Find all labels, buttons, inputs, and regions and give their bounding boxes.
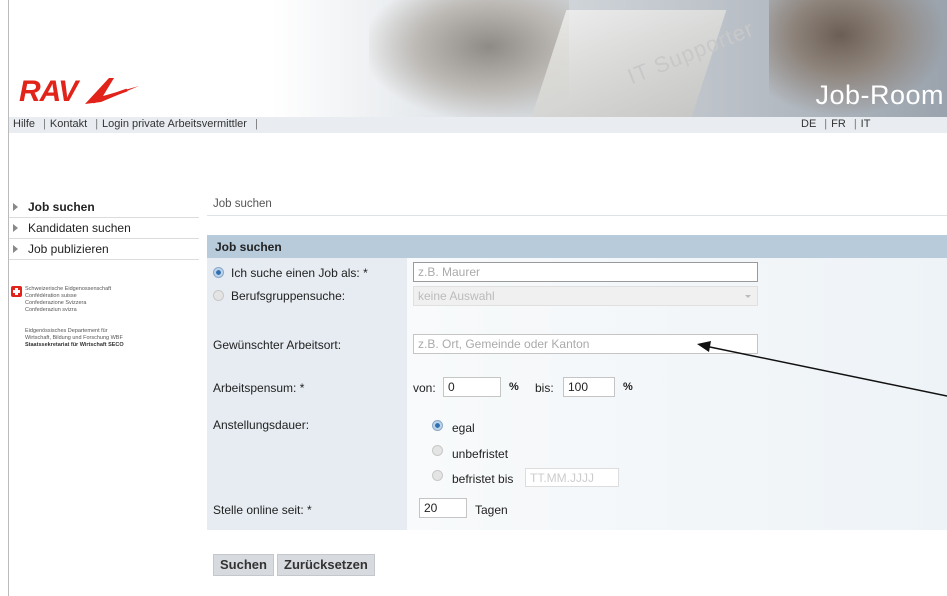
app-title: Job-Room bbox=[815, 80, 944, 110]
seco-office: Staatssekretariat für Wirtschaft SECO bbox=[25, 342, 124, 348]
chevron-right-icon bbox=[13, 224, 18, 232]
workload-to-label: bis: bbox=[535, 381, 554, 395]
workload-from-label: von: bbox=[413, 381, 436, 395]
logo-text: RAV bbox=[19, 75, 78, 108]
panel-header: Job suchen bbox=[207, 235, 947, 258]
sidebar-item-job-suchen[interactable]: Job suchen bbox=[9, 197, 199, 218]
nav-link-login[interactable]: Login private Arbeitsvermittler bbox=[102, 118, 247, 130]
rav-logo[interactable]: RAV bbox=[19, 75, 141, 108]
group-search-label: Berufsgruppensuche: bbox=[231, 289, 346, 303]
sidebar-item-label: Kandidaten suchen bbox=[28, 221, 131, 235]
radio-duration-befristet[interactable] bbox=[432, 470, 443, 481]
panel-title: Job suchen bbox=[215, 240, 282, 254]
location-label: Gewünschter Arbeitsort: bbox=[213, 338, 342, 352]
nav-link-help[interactable]: Hilfe bbox=[13, 118, 35, 130]
sidebar-item-job-publizieren[interactable]: Job publizieren bbox=[9, 239, 199, 260]
sidebar-item-label: Job suchen bbox=[28, 200, 95, 214]
seco-line: Confédération suisse bbox=[25, 293, 77, 299]
seco-dept-line: Wirtschaft, Bildung und Forschung WBF bbox=[25, 335, 123, 341]
top-navigation: Hilfe | Kontakt | Login private Arbeitsvermi… bbox=[9, 117, 947, 133]
online-since-unit: Tagen bbox=[475, 503, 508, 517]
duration-option-label: egal bbox=[452, 421, 475, 435]
sidebar-item-kandidaten-suchen[interactable]: Kandidaten suchen bbox=[9, 218, 199, 239]
seco-line: Confederazione Svizzera bbox=[25, 300, 87, 306]
location-input[interactable]: z.B. Ort, Gemeinde oder Kanton bbox=[413, 334, 758, 354]
group-search-value: keine Auswahl bbox=[418, 289, 495, 303]
sidebar: Job suchen Kandidaten suchen Job publizi… bbox=[9, 197, 199, 260]
page-frame: IT Supporter RAV Job-Room Hilfe | Kontakt |… bbox=[8, 0, 947, 596]
breadcrumb: Job suchen bbox=[213, 198, 272, 210]
logo-mark-icon bbox=[85, 78, 140, 104]
seco-line: Schweizerische Eidgenossenschaft bbox=[25, 286, 112, 292]
nav-link-contact[interactable]: Kontakt bbox=[50, 118, 87, 130]
chevron-down-icon bbox=[745, 295, 751, 298]
workload-to-unit: % bbox=[623, 381, 633, 393]
job-as-label: Ich suche einen Job als: * bbox=[231, 266, 368, 280]
lang-it[interactable]: IT bbox=[861, 118, 871, 130]
duration-option-label: unbefristet bbox=[452, 447, 509, 461]
end-date-input[interactable]: TT.MM.JJJJ bbox=[525, 468, 619, 487]
lang-fr[interactable]: FR bbox=[831, 118, 846, 130]
search-button[interactable]: Suchen bbox=[213, 554, 274, 576]
radio-group-search[interactable] bbox=[213, 290, 224, 301]
radio-duration-egal[interactable] bbox=[432, 420, 443, 431]
workload-to-input[interactable]: 100 bbox=[563, 377, 615, 397]
sidebar-item-label: Job publizieren bbox=[28, 242, 109, 256]
header-banner: IT Supporter RAV Job-Room bbox=[9, 0, 947, 117]
radio-duration-unbefristet[interactable] bbox=[432, 445, 443, 456]
seco-line: Confederaziun svizra bbox=[25, 307, 77, 313]
workload-from-unit: % bbox=[509, 381, 519, 393]
job-title-input[interactable]: z.B. Maurer bbox=[413, 262, 758, 282]
duration-label: Anstellungsdauer: bbox=[213, 418, 310, 432]
seco-dept-line: Eidgenössisches Departement für bbox=[25, 328, 108, 334]
chevron-right-icon bbox=[13, 245, 18, 253]
chevron-right-icon bbox=[13, 203, 18, 211]
lang-de[interactable]: DE bbox=[801, 118, 816, 130]
group-search-select[interactable]: keine Auswahl bbox=[413, 286, 758, 306]
workload-label: Arbeitspensum: * bbox=[213, 381, 305, 395]
reset-button[interactable]: Zurücksetzen bbox=[277, 554, 375, 576]
online-since-label: Stelle online seit: * bbox=[213, 503, 312, 517]
divider bbox=[207, 215, 947, 216]
duration-option-label: befristet bis bbox=[452, 472, 514, 486]
swiss-cross-icon bbox=[11, 286, 22, 297]
workload-from-input[interactable]: 0 bbox=[443, 377, 501, 397]
radio-job-as[interactable] bbox=[213, 267, 224, 278]
online-since-input[interactable]: 20 bbox=[419, 498, 467, 518]
